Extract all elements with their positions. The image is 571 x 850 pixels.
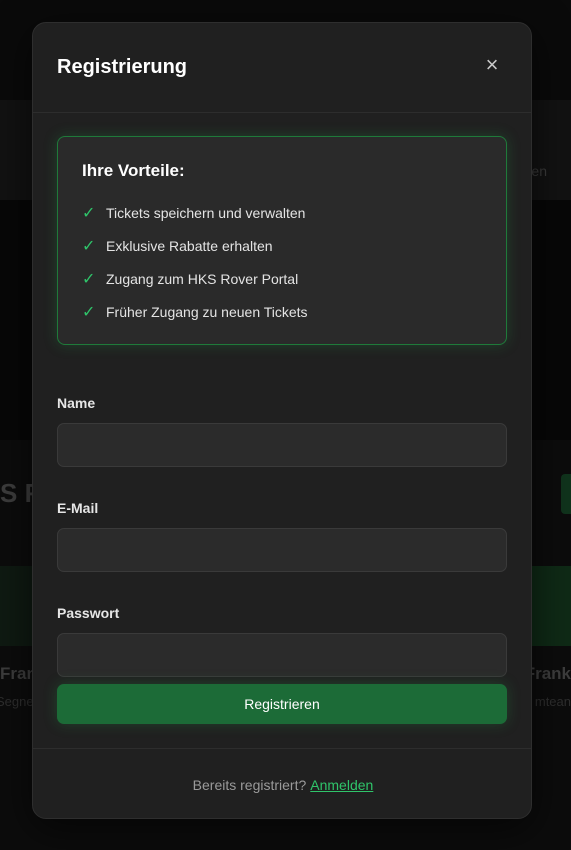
- name-field[interactable]: [57, 423, 507, 467]
- benefits-box: Ihre Vorteile: ✓ Tickets speichern und v…: [57, 136, 507, 345]
- benefit-text: Exklusive Rabatte erhalten: [106, 237, 273, 254]
- background-card-subtitle-left: Segne: [0, 694, 34, 709]
- benefit-text: Früher Zugang zu neuen Tickets: [106, 303, 308, 320]
- background-card-image-right: [531, 566, 571, 646]
- background-card-subtitle-right: mtean: [534, 694, 571, 709]
- modal-footer: Bereits registriert? Anmelden: [33, 748, 531, 818]
- check-icon: ✓: [82, 303, 96, 321]
- benefit-text: Tickets speichern und verwalten: [106, 204, 306, 221]
- register-button[interactable]: Registrieren: [57, 684, 507, 724]
- check-icon: ✓: [82, 270, 96, 288]
- email-field[interactable]: [57, 528, 507, 572]
- background-strip-text: en: [531, 163, 547, 179]
- email-label: E-Mail: [57, 500, 99, 516]
- close-icon[interactable]: ×: [481, 54, 503, 76]
- benefit-item: ✓ Exklusive Rabatte erhalten: [82, 229, 482, 262]
- modal-header: Registrierung ×: [33, 23, 531, 113]
- benefit-text: Zugang zum HKS Rover Portal: [106, 270, 299, 287]
- registration-modal: Registrierung × Ihre Vorteile: ✓ Tickets…: [32, 22, 532, 819]
- check-icon: ✓: [82, 237, 96, 255]
- password-field[interactable]: [57, 633, 507, 677]
- registration-form: Name E-Mail Passwort: [57, 395, 507, 710]
- benefit-item: ✓ Früher Zugang zu neuen Tickets: [82, 295, 482, 328]
- benefit-item: ✓ Zugang zum HKS Rover Portal: [82, 262, 482, 295]
- benefits-title: Ihre Vorteile:: [82, 161, 185, 180]
- footer-question: Bereits registriert?: [192, 776, 307, 793]
- check-icon: ✓: [82, 204, 96, 222]
- modal-title: Registrierung: [57, 56, 188, 78]
- password-label: Passwort: [57, 605, 120, 621]
- benefit-item: ✓ Tickets speichern und verwalten: [82, 196, 482, 229]
- login-link[interactable]: Anmelden: [310, 777, 373, 793]
- background-button: [561, 474, 571, 514]
- name-label: Name: [57, 395, 96, 411]
